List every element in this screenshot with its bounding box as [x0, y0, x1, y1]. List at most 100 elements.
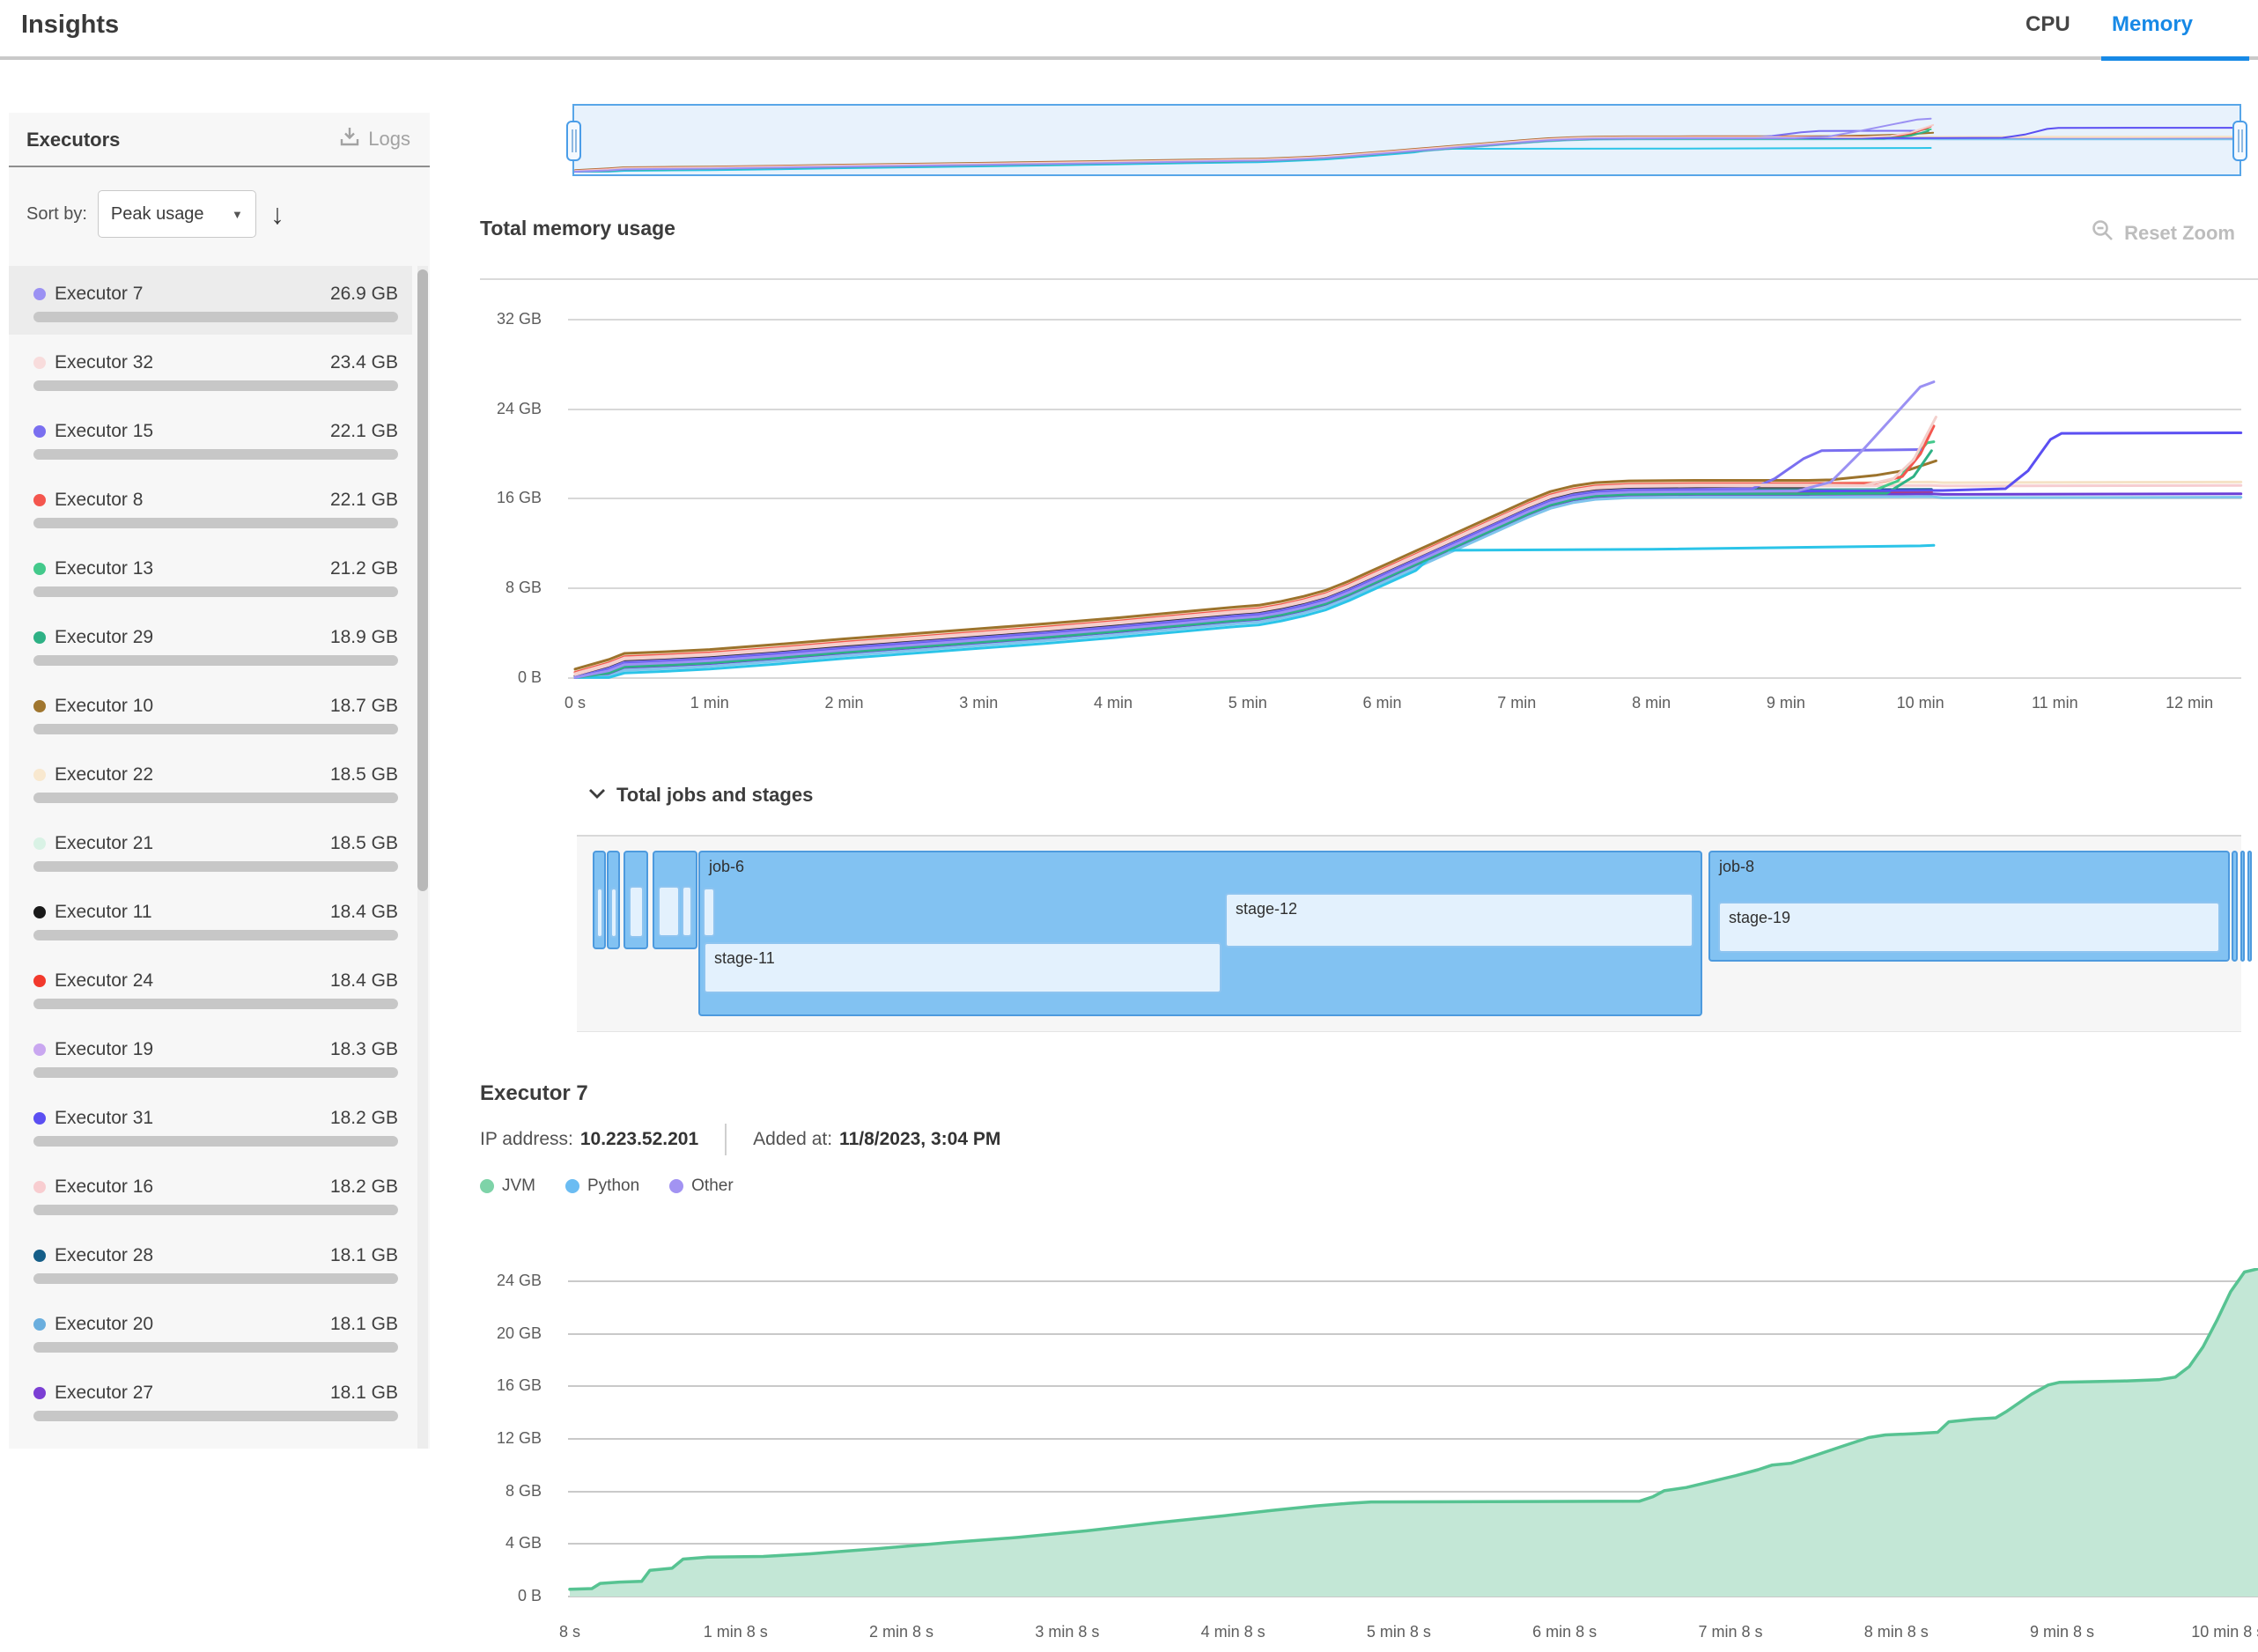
executor-name: Executor 27	[55, 1383, 153, 1404]
x-axis-tick: 8 min	[1590, 694, 1713, 712]
executor-peak-value: 18.2 GB	[330, 1176, 398, 1198]
jobs-timeline-panel: job-6stage-12stage-11job-8stage-19	[577, 835, 2241, 1032]
executor-usage-bar	[33, 724, 398, 734]
sort-direction-descending-icon[interactable]: ↓	[270, 200, 284, 228]
x-axis-tick: 2 min	[783, 694, 906, 712]
executor-list-item[interactable]: Executor 1522.1 GB	[9, 403, 412, 472]
chevron-down-icon	[588, 787, 606, 804]
executor-list: Executor 726.9 GBExecutor 3223.4 GBExecu…	[9, 266, 430, 1449]
executor-peak-value: 18.9 GB	[330, 627, 398, 648]
brush-handle-left[interactable]	[566, 121, 581, 161]
x-axis-tick: 5 min	[1186, 694, 1310, 712]
zoom-brush-minimap[interactable]	[572, 104, 2241, 176]
executor-list-item[interactable]: Executor 27 18.1 GB	[9, 1365, 412, 1434]
executor-list-item[interactable]: Executor 2818.1 GB	[9, 1228, 412, 1296]
inner-block[interactable]	[629, 886, 644, 938]
stage-block-stage-19[interactable]: stage-19	[1718, 902, 2220, 953]
tab-cpu[interactable]: CPU	[2026, 12, 2070, 37]
executor-peak-value: 18.5 GB	[330, 833, 398, 854]
executor-color-dot	[33, 1112, 46, 1125]
brush-handle-right[interactable]	[2232, 121, 2247, 161]
executor-name: Executor 22	[55, 764, 153, 785]
inner-block[interactable]	[682, 886, 692, 937]
executor-list-item[interactable]: Executor 1918.3 GB	[9, 1021, 412, 1090]
executor-list-item[interactable]: Executor 2418.4 GB	[9, 953, 412, 1021]
y-axis-tick: 0 B	[471, 1587, 542, 1605]
y-axis-tick: 32 GB	[471, 310, 542, 328]
legend-dot	[565, 1179, 579, 1193]
inner-block[interactable]	[596, 888, 603, 938]
executor-list-item[interactable]: Executor 1018.7 GB	[9, 678, 412, 747]
y-axis-tick: 16 GB	[471, 1376, 542, 1395]
stage-block-stage-12[interactable]: stage-12	[1225, 893, 1694, 948]
legend-item-other: Other	[669, 1176, 734, 1196]
y-axis-tick: 24 GB	[471, 1272, 542, 1290]
executor-list-item[interactable]: Executor 2918.9 GB	[9, 609, 412, 678]
x-axis-tick: 10 min 8 s	[2166, 1623, 2258, 1641]
executor-peak-value: 23.4 GB	[330, 352, 398, 373]
x-axis-tick: 7 min	[1455, 694, 1578, 712]
executor-name: Executor 13	[55, 558, 153, 579]
inner-block[interactable]	[610, 888, 617, 938]
reset-zoom-label: Reset Zoom	[2124, 222, 2235, 245]
legend-dot	[669, 1179, 683, 1193]
executor-list-item[interactable]: Executor 1321.2 GB	[9, 541, 412, 609]
y-axis-tick: 8 GB	[471, 1482, 542, 1501]
executor-list-item[interactable]: Executor 2018.1 GB	[9, 1296, 412, 1365]
x-axis-tick: 11 min	[1993, 694, 2116, 712]
x-axis-tick: 2 min 8 s	[840, 1623, 963, 1641]
executor-name: Executor 16	[55, 1176, 153, 1198]
executor-name: Executor 21	[55, 833, 153, 854]
x-axis-tick: 3 min	[917, 694, 1040, 712]
job-block[interactable]	[2240, 851, 2245, 962]
executor-usage-bar	[33, 449, 398, 460]
y-axis-tick: 24 GB	[471, 400, 542, 418]
jobs-section-header[interactable]: Total jobs and stages	[588, 784, 813, 807]
logs-button-label: Logs	[368, 128, 410, 151]
stage-label: stage-12	[1236, 900, 1297, 918]
tab-memory[interactable]: Memory	[2112, 12, 2193, 37]
job-label: job-6	[709, 858, 744, 876]
executor-list-item[interactable]: Executor 822.1 GB	[9, 472, 412, 541]
stage-block-stage-11[interactable]: stage-11	[704, 942, 1221, 993]
inner-block[interactable]	[658, 886, 680, 937]
job-block[interactable]	[2247, 851, 2252, 962]
executor-list-item[interactable]: Executor 32 23.4 GB	[9, 335, 412, 403]
x-axis-tick: 0 s	[513, 694, 637, 712]
logs-button[interactable]: Logs	[338, 125, 410, 153]
executor-color-dot	[33, 357, 46, 369]
inner-block[interactable]	[703, 888, 715, 937]
executor-list-item[interactable]: Executor 726.9 GB	[9, 266, 412, 335]
executor-color-dot	[33, 494, 46, 506]
executor-color-dot	[33, 700, 46, 712]
x-axis-tick: 1 min	[648, 694, 771, 712]
executor-peak-value: 18.1 GB	[330, 1314, 398, 1335]
executor-usage-bar	[33, 655, 398, 666]
executor-list-item[interactable]: Executor 2218.5 GB	[9, 747, 412, 815]
scrollbar-track[interactable]	[417, 266, 428, 1449]
executor-name: Executor 11	[55, 902, 152, 923]
executor-color-dot	[33, 425, 46, 438]
executor-list-item[interactable]: Executor 1118.4 GB	[9, 884, 412, 953]
grip-icon	[572, 129, 577, 152]
zoom-out-icon	[2091, 218, 2115, 248]
job-block[interactable]	[2232, 851, 2238, 962]
executor-list-item[interactable]: Executor 16 18.2 GB	[9, 1159, 412, 1228]
x-axis-tick: 6 min	[1321, 694, 1444, 712]
reset-zoom-button[interactable]: Reset Zoom	[2091, 218, 2235, 248]
executor-meta-row: IP address: 10.223.52.201 Added at: 11/8…	[480, 1124, 1000, 1155]
meta-separator	[725, 1124, 727, 1155]
y-axis-tick: 20 GB	[471, 1324, 542, 1343]
executor-name: Executor 19	[55, 1039, 153, 1060]
scrollbar-thumb[interactable]	[417, 269, 428, 891]
sort-select[interactable]: Peak usage ▼	[98, 190, 256, 238]
executor-peak-value: 18.1 GB	[330, 1245, 398, 1266]
executor-name: Executor 32	[55, 352, 153, 373]
executor-color-dot	[33, 1250, 46, 1262]
executor-color-dot	[33, 288, 46, 300]
executor-list-item[interactable]: Executor 21 18.5 GB	[9, 815, 412, 884]
executor-peak-value: 18.1 GB	[330, 1383, 398, 1404]
executor-list-item[interactable]: Executor 3118.2 GB	[9, 1090, 412, 1159]
insights-page: Insights CPU Memory Executors Logs Sort …	[0, 0, 2258, 1652]
executor-name: Executor 24	[55, 970, 153, 992]
